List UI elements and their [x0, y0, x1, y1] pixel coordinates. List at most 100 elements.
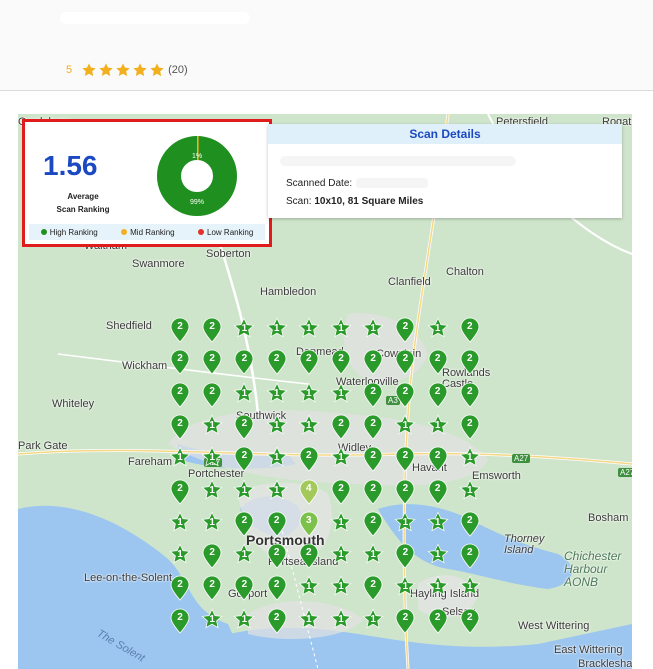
rank-pin-marker[interactable]: 2	[394, 382, 416, 408]
rank-pin-marker[interactable]: 2	[233, 349, 255, 375]
rank-star-marker[interactable]: 1	[394, 575, 416, 601]
rank-star-marker[interactable]: 1	[201, 511, 223, 537]
rank-pin-marker[interactable]: 2	[330, 349, 352, 375]
rank-star-marker[interactable]: 1	[394, 511, 416, 537]
rank-pin-marker[interactable]: 2	[266, 349, 288, 375]
rank-pin-marker[interactable]: 2	[169, 349, 191, 375]
rank-pin-marker[interactable]: 2	[427, 608, 449, 634]
rank-pin-marker[interactable]: 2	[362, 446, 384, 472]
rank-pin-marker[interactable]: 2	[394, 608, 416, 634]
rank-star-marker[interactable]: 1	[266, 479, 288, 505]
rank-star-marker[interactable]: 1	[427, 317, 449, 343]
rank-pin-marker[interactable]: 2	[459, 543, 481, 569]
rank-star-marker[interactable]: 1	[233, 317, 255, 343]
rank-pin-marker[interactable]: 2	[362, 414, 384, 440]
rank-pin-marker[interactable]: 2	[394, 543, 416, 569]
rank-pin-marker[interactable]: 2	[201, 317, 223, 343]
rank-pin-marker[interactable]: 2	[201, 382, 223, 408]
rank-star-marker[interactable]: 1	[330, 382, 352, 408]
rank-star-marker[interactable]: 1	[394, 414, 416, 440]
rank-pin-marker[interactable]: 2	[362, 511, 384, 537]
rank-star-marker[interactable]: 1	[201, 414, 223, 440]
rank-star-marker[interactable]: 1	[362, 543, 384, 569]
rank-star-marker[interactable]: 1	[427, 414, 449, 440]
rank-pin-marker[interactable]: 2	[362, 349, 384, 375]
rank-pin-marker[interactable]: 2	[201, 575, 223, 601]
rank-star-marker[interactable]: 1	[266, 317, 288, 343]
rank-pin-marker[interactable]: 3	[298, 511, 320, 537]
rank-star-marker[interactable]: 1	[233, 543, 255, 569]
rank-pin-marker[interactable]: 4	[298, 479, 320, 505]
review-count[interactable]: (20)	[168, 64, 188, 76]
rank-star-marker[interactable]: 1	[298, 608, 320, 634]
rank-pin-marker[interactable]: 2	[266, 543, 288, 569]
rank-star-marker[interactable]: 1	[330, 543, 352, 569]
rank-star-marker[interactable]: 1	[330, 575, 352, 601]
rank-pin-marker[interactable]: 2	[459, 608, 481, 634]
rank-star-marker[interactable]: 1	[459, 479, 481, 505]
rank-pin-marker[interactable]: 2	[169, 317, 191, 343]
rank-star-marker[interactable]: 1	[298, 414, 320, 440]
rank-pin-marker[interactable]: 2	[330, 414, 352, 440]
rank-star-marker[interactable]: 1	[266, 382, 288, 408]
rank-star-marker[interactable]: 1	[362, 317, 384, 343]
rank-pin-marker[interactable]: 2	[459, 349, 481, 375]
rank-pin-marker[interactable]: 2	[266, 608, 288, 634]
rank-star-marker[interactable]: 1	[169, 543, 191, 569]
rank-pin-marker[interactable]: 2	[427, 446, 449, 472]
rank-star-marker[interactable]: 1	[233, 608, 255, 634]
rank-pin-marker[interactable]: 2	[394, 479, 416, 505]
rank-pin-marker[interactable]: 2	[362, 479, 384, 505]
rank-star-marker[interactable]: 1	[298, 317, 320, 343]
rank-pin-marker[interactable]: 2	[201, 349, 223, 375]
rank-star-marker[interactable]: 1	[266, 414, 288, 440]
rank-pin-marker[interactable]: 2	[427, 382, 449, 408]
rank-star-marker[interactable]: 1	[427, 575, 449, 601]
rank-star-marker[interactable]: 1	[201, 608, 223, 634]
rank-star-marker[interactable]: 1	[330, 446, 352, 472]
rank-star-marker[interactable]: 1	[459, 446, 481, 472]
rank-star-marker[interactable]: 1	[330, 511, 352, 537]
rank-pin-marker[interactable]: 2	[169, 479, 191, 505]
rank-star-marker[interactable]: 1	[427, 511, 449, 537]
rank-pin-marker[interactable]: 2	[169, 382, 191, 408]
rank-pin-marker[interactable]: 2	[233, 575, 255, 601]
rank-star-marker[interactable]: 1	[427, 543, 449, 569]
rank-pin-marker[interactable]: 2	[233, 446, 255, 472]
rank-pin-marker[interactable]: 2	[330, 479, 352, 505]
rank-pin-marker[interactable]: 2	[362, 575, 384, 601]
rank-pin-marker[interactable]: 2	[459, 317, 481, 343]
rank-star-marker[interactable]: 1	[298, 382, 320, 408]
rank-pin-marker[interactable]: 2	[233, 414, 255, 440]
rank-star-marker[interactable]: 1	[330, 608, 352, 634]
rank-pin-marker[interactable]: 2	[427, 349, 449, 375]
rank-pin-marker[interactable]: 2	[459, 382, 481, 408]
rank-pin-marker[interactable]: 2	[459, 511, 481, 537]
rank-star-marker[interactable]: 1	[169, 446, 191, 472]
rank-star-marker[interactable]: 1	[233, 382, 255, 408]
rank-pin-marker[interactable]: 2	[201, 543, 223, 569]
rank-pin-marker[interactable]: 2	[169, 414, 191, 440]
rank-star-marker[interactable]: 1	[169, 511, 191, 537]
rank-star-marker[interactable]: 1	[266, 446, 288, 472]
rank-pin-marker[interactable]: 2	[394, 317, 416, 343]
rank-star-marker[interactable]: 1	[201, 446, 223, 472]
rank-star-marker[interactable]: 1	[298, 575, 320, 601]
rank-pin-marker[interactable]: 2	[298, 543, 320, 569]
rank-pin-marker[interactable]: 2	[427, 479, 449, 505]
rank-star-marker[interactable]: 1	[362, 608, 384, 634]
rank-pin-marker[interactable]: 2	[266, 575, 288, 601]
rank-pin-marker[interactable]: 2	[169, 608, 191, 634]
rank-star-marker[interactable]: 1	[233, 479, 255, 505]
rank-pin-marker[interactable]: 2	[394, 349, 416, 375]
rank-pin-marker[interactable]: 2	[298, 446, 320, 472]
rank-star-marker[interactable]: 1	[201, 479, 223, 505]
rank-pin-marker[interactable]: 2	[266, 511, 288, 537]
rank-pin-marker[interactable]: 2	[362, 382, 384, 408]
rank-star-marker[interactable]: 1	[330, 317, 352, 343]
rank-pin-marker[interactable]: 2	[394, 446, 416, 472]
rank-pin-marker[interactable]: 2	[298, 349, 320, 375]
rank-pin-marker[interactable]: 2	[459, 414, 481, 440]
rank-pin-marker[interactable]: 2	[233, 511, 255, 537]
rank-pin-marker[interactable]: 2	[169, 575, 191, 601]
